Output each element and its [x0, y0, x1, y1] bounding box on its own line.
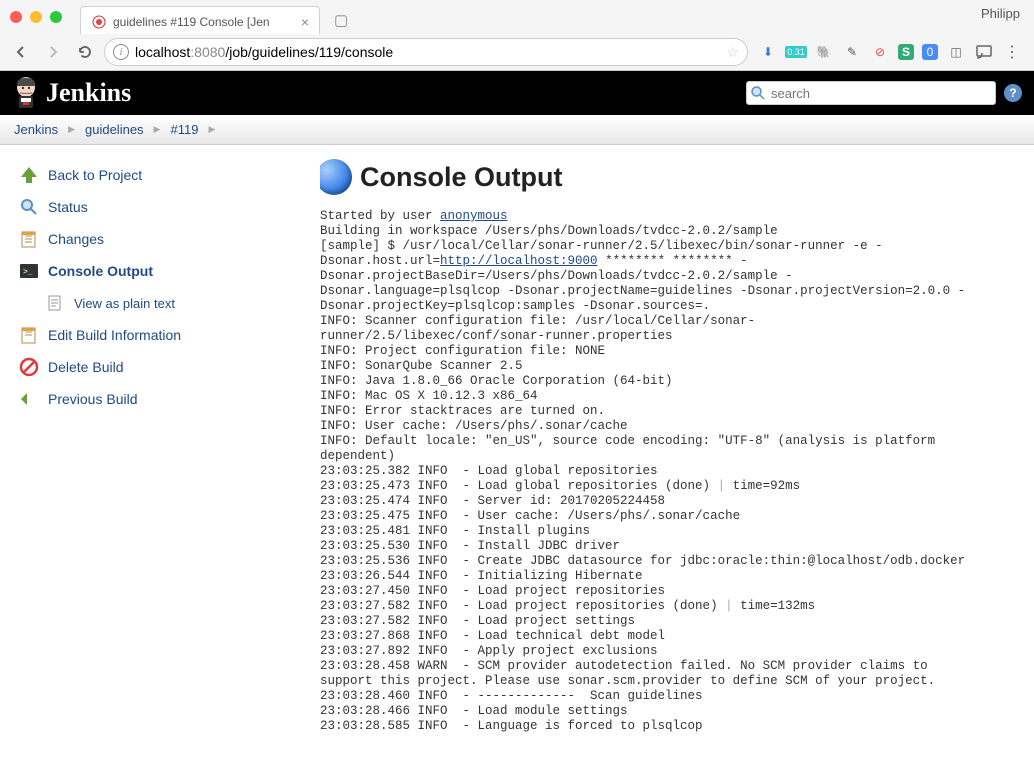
- sidebar-label: Changes: [48, 231, 104, 247]
- search-icon: [750, 85, 766, 101]
- jenkins-title: Jenkins: [46, 78, 131, 108]
- document-icon: [44, 292, 66, 314]
- cast-icon[interactable]: [974, 42, 994, 62]
- chevron-right-icon: ▶: [154, 124, 161, 135]
- sidebar: Back to Project Status Changes >_ Consol…: [0, 145, 320, 779]
- notepad-icon: [18, 228, 40, 250]
- forward-button[interactable]: [40, 39, 66, 65]
- header-search: ?: [746, 81, 1022, 105]
- tab-title: guidelines #119 Console [Jen: [113, 15, 295, 29]
- sidebar-item-delete[interactable]: Delete Build: [14, 351, 310, 383]
- window-zoom-button[interactable]: [50, 11, 62, 23]
- sidebar-label: Console Output: [48, 263, 153, 279]
- delete-icon: [18, 356, 40, 378]
- sidebar-label: View as plain text: [74, 296, 175, 311]
- sidebar-label: Back to Project: [48, 167, 142, 183]
- up-arrow-icon: [18, 164, 40, 186]
- sidebar-item-plain-text[interactable]: View as plain text: [40, 287, 310, 319]
- sidebar-label: Status: [48, 199, 88, 215]
- extensions: ⬇ 0.31 🐘 ✎ ⊘ S 0 ◫ ⋮: [754, 42, 1026, 62]
- search-icon: [18, 196, 40, 218]
- reload-button[interactable]: [72, 39, 98, 65]
- extension-icon[interactable]: ◫: [946, 42, 966, 62]
- profile-name[interactable]: Philipp: [981, 6, 1020, 21]
- sidebar-item-edit[interactable]: Edit Build Information: [14, 319, 310, 351]
- sidebar-item-changes[interactable]: Changes: [14, 223, 310, 255]
- body: Back to Project Status Changes >_ Consol…: [0, 145, 1034, 779]
- search-input[interactable]: [746, 81, 996, 105]
- chevron-right-icon: ▶: [208, 124, 215, 135]
- sidebar-item-back[interactable]: Back to Project: [14, 159, 310, 191]
- window-minimize-button[interactable]: [30, 11, 42, 23]
- console-output: Started by user anonymousBuilding in wor…: [320, 209, 1018, 734]
- page-title: Console Output: [360, 162, 562, 193]
- help-icon[interactable]: ?: [1004, 84, 1022, 102]
- bookmark-star-icon[interactable]: ☆: [726, 44, 739, 61]
- back-button[interactable]: [8, 39, 34, 65]
- sidebar-label: Edit Build Information: [48, 327, 181, 343]
- toolbar: i localhost:8080/job/guidelines/119/cons…: [0, 34, 1034, 70]
- sidebar-item-console[interactable]: >_ Console Output: [14, 255, 310, 287]
- breadcrumb-build[interactable]: #119: [170, 122, 198, 137]
- sidebar-label: Delete Build: [48, 359, 124, 375]
- extension-icon[interactable]: 0: [922, 44, 938, 60]
- jenkins-butler-icon: [12, 76, 40, 110]
- browser-tab[interactable]: guidelines #119 Console [Jen ×: [80, 6, 320, 34]
- left-arrow-icon: [18, 388, 40, 410]
- site-info-icon[interactable]: i: [113, 44, 129, 60]
- browser-chrome: guidelines #119 Console [Jen × ▢ Philipp…: [0, 0, 1034, 71]
- terminal-icon: >_: [18, 260, 40, 282]
- extension-icon[interactable]: ⬇: [758, 42, 778, 62]
- url-link[interactable]: http://localhost:9000: [440, 254, 598, 268]
- sidebar-label: Previous Build: [48, 391, 138, 407]
- jenkins-header: Jenkins ?: [0, 71, 1034, 115]
- sidebar-item-previous[interactable]: Previous Build: [14, 383, 310, 415]
- svg-text:>_: >_: [23, 268, 33, 277]
- address-bar[interactable]: i localhost:8080/job/guidelines/119/cons…: [104, 38, 748, 66]
- extension-icon[interactable]: 🐘: [814, 42, 834, 62]
- notepad-icon: [18, 324, 40, 346]
- breadcrumb-root[interactable]: Jenkins: [14, 122, 58, 137]
- breadcrumb-project[interactable]: guidelines: [85, 122, 144, 137]
- user-link[interactable]: anonymous: [440, 209, 508, 223]
- extension-icon[interactable]: ✎: [842, 42, 862, 62]
- new-tab-button[interactable]: ▢: [328, 11, 354, 29]
- main-content: Console Output Started by user anonymous…: [320, 145, 1034, 779]
- extension-icon[interactable]: S: [898, 44, 914, 60]
- jenkins-logo[interactable]: Jenkins: [12, 76, 131, 110]
- window-close-button[interactable]: [10, 11, 22, 23]
- jenkins-favicon: [91, 14, 107, 30]
- url-text: localhost:8080/job/guidelines/119/consol…: [135, 44, 393, 60]
- build-status-orb-icon: [320, 159, 352, 195]
- sidebar-item-status[interactable]: Status: [14, 191, 310, 223]
- menu-icon[interactable]: ⋮: [1002, 42, 1022, 62]
- chevron-right-icon: ▶: [68, 124, 75, 135]
- extension-icon[interactable]: 0.31: [786, 42, 806, 62]
- breadcrumb: Jenkins ▶ guidelines ▶ #119 ▶: [0, 115, 1034, 145]
- tab-close-button[interactable]: ×: [301, 14, 309, 30]
- extension-icon[interactable]: ⊘: [870, 42, 890, 62]
- title-bar: guidelines #119 Console [Jen × ▢ Philipp: [0, 0, 1034, 34]
